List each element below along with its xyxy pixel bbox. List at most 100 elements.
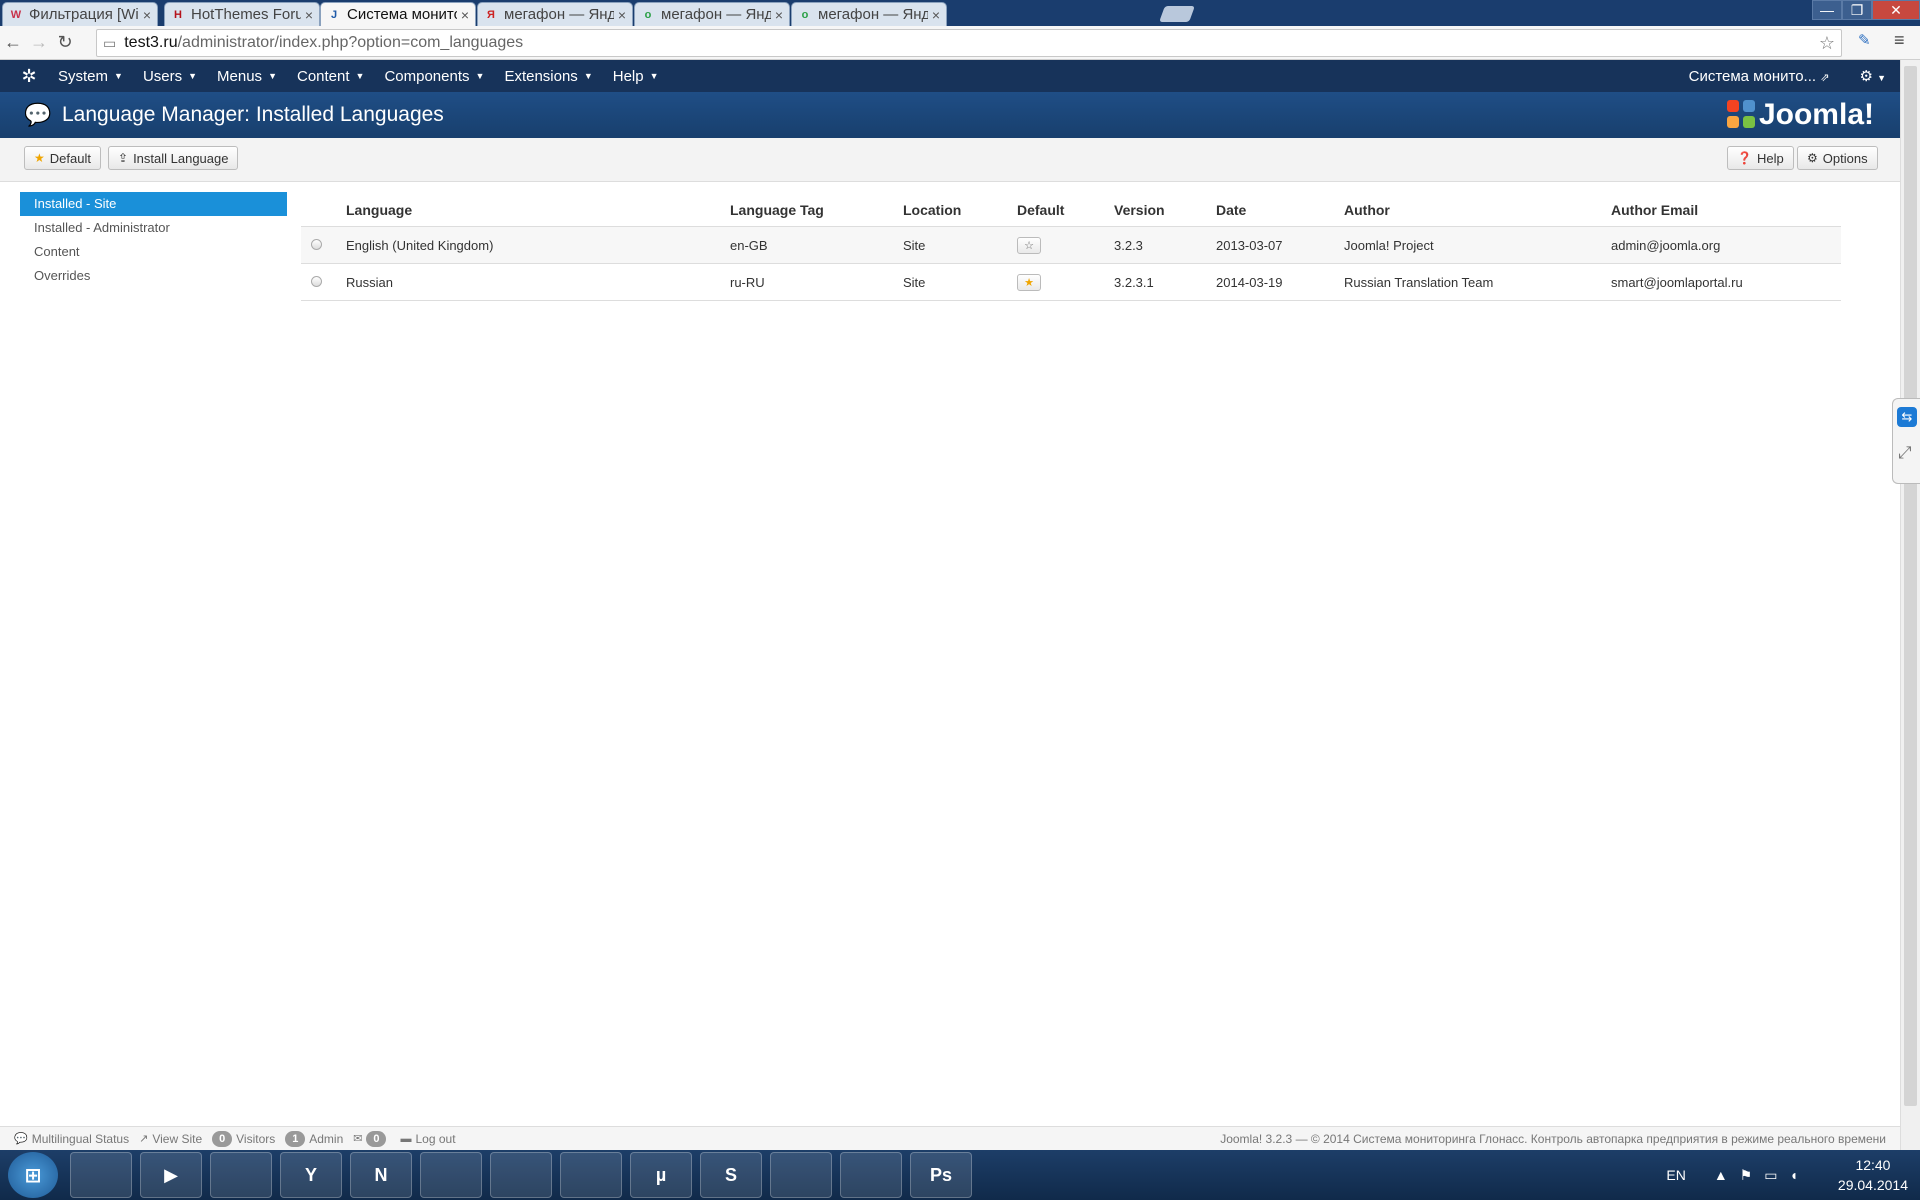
options-button[interactable]: ⚙ Options bbox=[1797, 146, 1878, 170]
tab-close-icon[interactable]: × bbox=[461, 7, 469, 23]
menu-content[interactable]: Content ▼ bbox=[297, 68, 364, 85]
site-link[interactable]: Система монито... ⇗ bbox=[1689, 68, 1830, 85]
logout-link[interactable]: ▬ Log out bbox=[400, 1132, 455, 1146]
browser-tab[interactable]: W Фильтрация [Wialon× bbox=[2, 2, 158, 26]
visitors-status: 0 Visitors bbox=[212, 1130, 275, 1147]
browser-tab[interactable]: J Система мониторин× bbox=[320, 2, 476, 26]
new-tab-button[interactable] bbox=[1159, 6, 1195, 22]
header-version[interactable]: Version bbox=[1114, 202, 1216, 218]
extension-icon[interactable]: ✎ bbox=[1858, 31, 1871, 49]
forward-icon[interactable]: → bbox=[26, 32, 52, 53]
browser-tab[interactable]: H HotThemes Forum ::× bbox=[164, 2, 320, 26]
sidebar-item[interactable]: Content bbox=[20, 240, 287, 264]
taskbar-save-disk-icon[interactable] bbox=[490, 1152, 552, 1198]
page-title: Language Manager: Installed Languages bbox=[62, 103, 444, 126]
menu-components[interactable]: Components ▼ bbox=[384, 68, 484, 85]
tab-close-icon[interactable]: × bbox=[618, 7, 626, 23]
default-button[interactable]: ★ Default bbox=[24, 146, 101, 170]
sidebar-item[interactable]: Installed - Administrator bbox=[20, 216, 287, 240]
tab-label: мегафон — Яндекс bbox=[661, 6, 771, 23]
view-site-link[interactable]: ↗ View Site bbox=[139, 1132, 202, 1146]
address-bar[interactable]: ▭ test3.ru/administrator/index.php?optio… bbox=[96, 29, 1842, 57]
teamviewer-icon[interactable]: ⇆ bbox=[1897, 407, 1917, 427]
admin-status: 1 Admin bbox=[285, 1130, 344, 1147]
browser-menu-icon[interactable]: ≡ bbox=[1894, 30, 1905, 51]
browser-tab[interactable]: o мегафон — Яндекс× bbox=[791, 2, 947, 26]
taskbar-opera-icon[interactable] bbox=[210, 1152, 272, 1198]
tray-icons[interactable]: ▲⚑▭◖ bbox=[1714, 1167, 1810, 1184]
admin-badge: 1 bbox=[285, 1130, 306, 1147]
languages-table: Language Language Tag Location Default V… bbox=[301, 194, 1841, 301]
taskbar-onenote-icon[interactable]: N bbox=[350, 1152, 412, 1198]
tab-close-icon[interactable]: × bbox=[143, 7, 151, 23]
taskbar-yandex-browser-icon[interactable]: Y bbox=[280, 1152, 342, 1198]
menu-label: Content bbox=[296, 67, 350, 85]
maximize-button[interactable]: ❐ bbox=[1842, 0, 1872, 20]
menu-users[interactable]: Users ▼ bbox=[143, 68, 197, 85]
upload-icon: ⇪ bbox=[118, 151, 129, 165]
header-language[interactable]: Language bbox=[346, 202, 730, 218]
browser-tab[interactable]: o мегафон — Яндекс× bbox=[634, 2, 790, 26]
menu-help[interactable]: Help ▼ bbox=[613, 68, 659, 85]
sidebar-item[interactable]: Overrides bbox=[20, 264, 287, 288]
cell-language: Russian bbox=[346, 274, 393, 290]
scrollbar-thumb[interactable] bbox=[1904, 66, 1917, 1106]
menu-menus[interactable]: Menus ▼ bbox=[217, 68, 277, 85]
multilingual-status-link[interactable]: 💬 Multilingual Status bbox=[14, 1132, 129, 1146]
language-indicator[interactable]: EN bbox=[1666, 1167, 1685, 1183]
tab-label: Фильтрация [Wialon bbox=[29, 6, 139, 23]
minimize-button[interactable]: — bbox=[1812, 0, 1842, 20]
row-radio[interactable] bbox=[311, 275, 322, 287]
help-button[interactable]: ❓ Help bbox=[1727, 146, 1794, 170]
reload-icon[interactable]: ↻ bbox=[52, 32, 78, 53]
settings-gear-icon[interactable]: ⚙ ▼ bbox=[1859, 67, 1886, 85]
taskbar-photoshop-icon[interactable]: Ps bbox=[910, 1152, 972, 1198]
tab-close-icon[interactable]: × bbox=[932, 7, 940, 23]
clock[interactable]: 12:40 29.04.2014 bbox=[1838, 1155, 1908, 1195]
menu-label: Help bbox=[612, 67, 644, 85]
cell-version: 3.2.3.1 bbox=[1114, 274, 1154, 290]
header-author[interactable]: Author bbox=[1344, 202, 1611, 218]
page-scrollbar[interactable] bbox=[1900, 60, 1920, 1150]
start-button[interactable]: ⊞ bbox=[8, 1152, 58, 1198]
header-language-tag[interactable]: Language Tag bbox=[730, 202, 903, 218]
taskbar-media-player-icon[interactable]: ▶ bbox=[140, 1152, 202, 1198]
header-date[interactable]: Date bbox=[1216, 202, 1344, 218]
taskbar-skype-icon[interactable]: S bbox=[700, 1152, 762, 1198]
default-star-button[interactable]: ★ bbox=[1017, 273, 1041, 291]
expand-icon[interactable]: ⤢ bbox=[1898, 443, 1912, 463]
row-radio[interactable] bbox=[311, 238, 322, 250]
header-location[interactable]: Location bbox=[903, 202, 1017, 218]
bookmark-star-icon[interactable]: ☆ bbox=[1819, 33, 1835, 54]
sidebar-item[interactable]: Installed - Site bbox=[20, 192, 287, 216]
admin-label: Admin bbox=[309, 1131, 344, 1146]
site-link-label: Система монито... bbox=[1688, 67, 1817, 85]
menu-system[interactable]: System ▼ bbox=[58, 68, 123, 85]
tab-close-icon[interactable]: × bbox=[775, 7, 783, 23]
back-icon[interactable]: ← bbox=[0, 32, 26, 53]
header-default[interactable]: Default bbox=[1017, 202, 1114, 218]
messages-status[interactable]: ✉ 0 bbox=[353, 1130, 390, 1147]
taskbar-teamviewer-icon[interactable] bbox=[840, 1152, 902, 1198]
admin-top-menu: ✲ System ▼ Users ▼ Menus ▼ Content ▼ Components ▼… bbox=[0, 60, 1900, 92]
caret-down-icon: ▼ bbox=[268, 71, 277, 81]
taskbar-thunderbird-icon[interactable] bbox=[420, 1152, 482, 1198]
tab-close-icon[interactable]: × bbox=[305, 7, 313, 23]
browser-tab[interactable]: Ямегафон — Яндекс× bbox=[477, 2, 633, 26]
window-close-button[interactable]: ✕ bbox=[1872, 0, 1920, 20]
admin-status-bar: 💬 Multilingual Status ↗ View Site 0 Visitor… bbox=[0, 1126, 1900, 1150]
menu-extensions[interactable]: Extensions ▼ bbox=[504, 68, 592, 85]
view-site-label: View Site bbox=[152, 1131, 203, 1146]
taskbar-utorrent-icon[interactable]: µ bbox=[630, 1152, 692, 1198]
cell-author-email: admin@joomla.org bbox=[1611, 237, 1721, 253]
row-select-cell bbox=[301, 275, 346, 290]
taskbar-icq-icon[interactable] bbox=[770, 1152, 832, 1198]
default-star-button[interactable]: ☆ bbox=[1017, 236, 1041, 254]
taskbar-chrome-icon[interactable] bbox=[560, 1152, 622, 1198]
taskbar-explorer-icon[interactable] bbox=[70, 1152, 132, 1198]
cell-language-tag: en-GB bbox=[730, 237, 768, 253]
joomla-logo-icon[interactable]: ✲ bbox=[0, 66, 58, 87]
star-icon: ★ bbox=[34, 151, 45, 165]
header-author-email[interactable]: Author Email bbox=[1611, 202, 1841, 218]
install-language-button[interactable]: ⇪ Install Language bbox=[108, 146, 239, 170]
